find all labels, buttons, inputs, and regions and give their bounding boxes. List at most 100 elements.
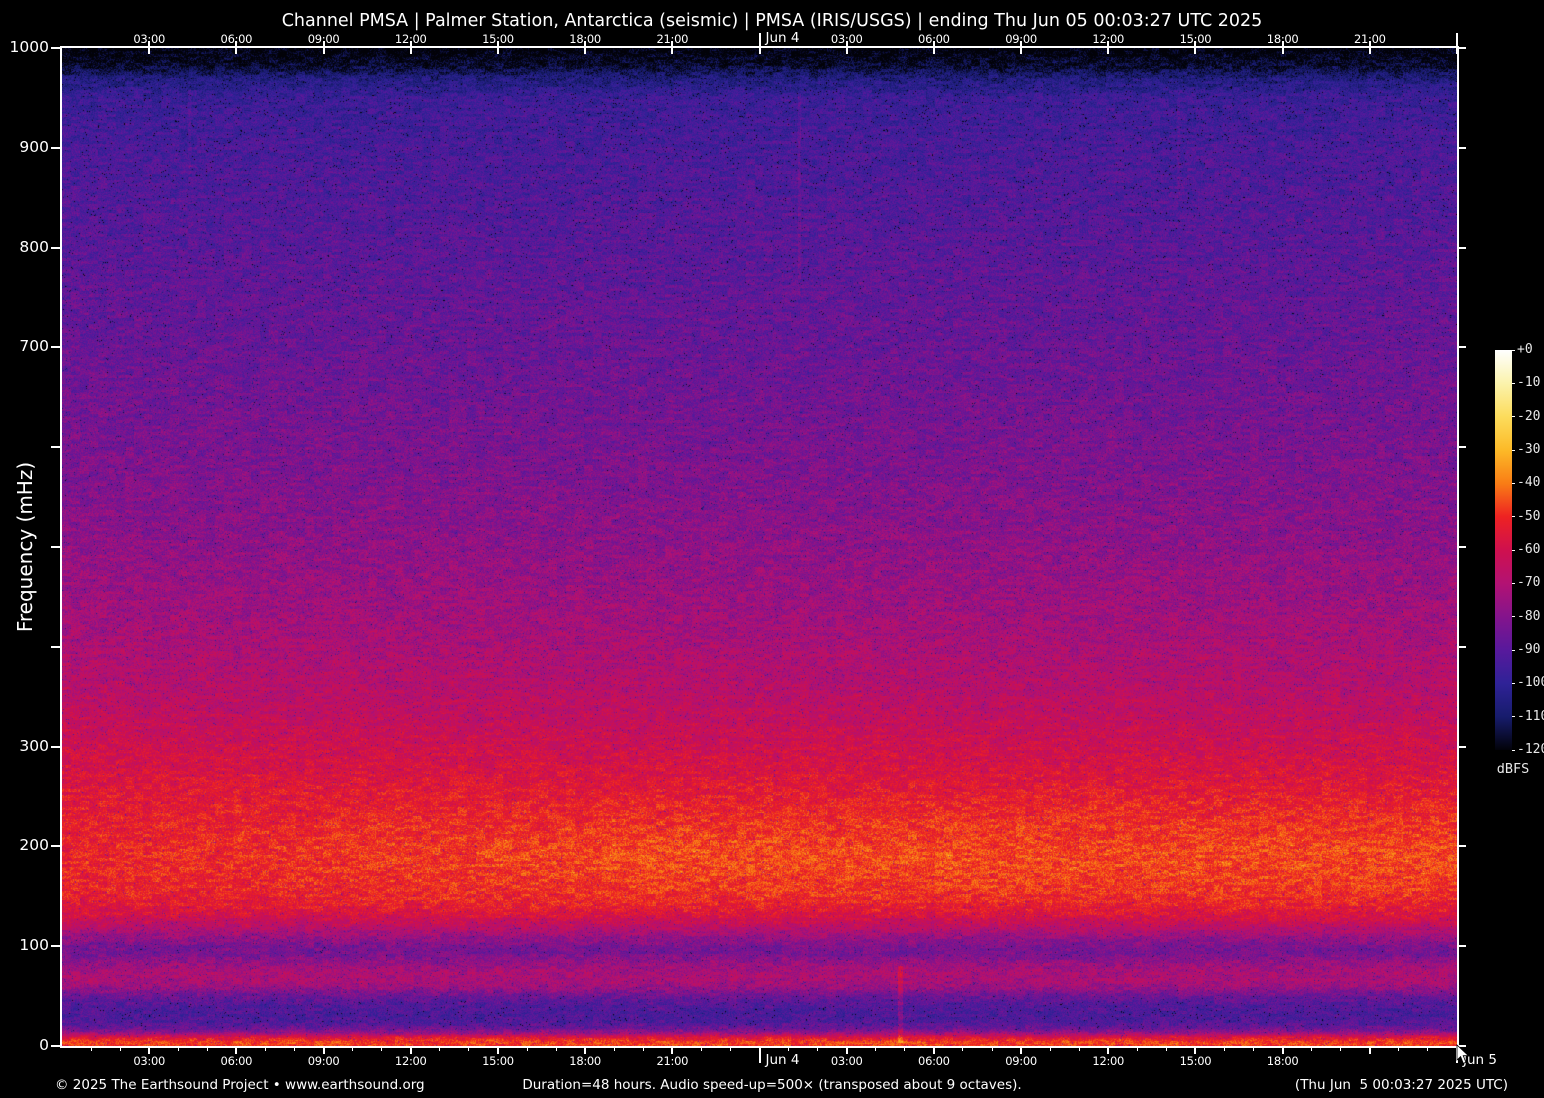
x-tick-top-inner [1368, 48, 1371, 54]
x-minor-tick-bottom [526, 1048, 528, 1051]
x-tick-label-top: 21:00 [656, 32, 689, 46]
x-minor-tick-bottom [468, 1048, 470, 1051]
colorbar-tick [1512, 682, 1515, 684]
x-tick-label-bottom: 18:00 [1266, 1054, 1299, 1068]
y-tick-right [1457, 945, 1466, 948]
x-minor-tick-bottom [817, 1048, 819, 1051]
y-tick-label: 700 [19, 337, 49, 356]
x-tick-bottom [758, 1048, 761, 1063]
y-tick-left [51, 645, 60, 648]
x-tick-label-bottom: 06:00 [918, 1054, 950, 1068]
colorbar-tick-label: -120 [1517, 742, 1544, 757]
x-tick-label-top: 03:00 [133, 32, 166, 46]
y-tick-left [51, 945, 60, 948]
x-minor-tick-bottom [206, 1048, 208, 1051]
x-minor-tick-bottom [613, 1048, 615, 1051]
x-minor-tick-bottom [555, 1048, 557, 1051]
x-minor-tick-bottom [1165, 1048, 1167, 1051]
x-minor-tick-bottom [177, 1048, 179, 1051]
colorbar-tick [1512, 649, 1515, 651]
x-tick-label-bottom: 09:00 [307, 1054, 340, 1068]
x-tick-label-top: 06:00 [918, 32, 950, 46]
x-tick-top-inner [235, 48, 238, 54]
y-tick-label: 300 [19, 736, 49, 755]
colorbar-tick [1512, 616, 1515, 618]
colorbar-tick-label: -100 [1517, 675, 1544, 691]
x-tick-top-inner [148, 48, 151, 54]
y-tick-label: 800 [19, 237, 49, 256]
x-minor-tick-bottom [264, 1048, 266, 1051]
x-minor-tick-bottom [1340, 1048, 1342, 1051]
y-tick-right [1457, 845, 1466, 848]
colorbar-tick-label: -80 [1517, 608, 1541, 624]
x-minor-tick-bottom [729, 1048, 731, 1051]
x-tick-label-top: 09:00 [1005, 32, 1037, 46]
plot-area [60, 46, 1459, 1048]
x-minor-tick-bottom [294, 1048, 295, 1051]
x-minor-tick-bottom [1136, 1048, 1138, 1051]
y-tick-label: 1000 [9, 38, 49, 56]
x-tick-top-inner [409, 48, 412, 54]
x-tick-label-top: 12:00 [1092, 32, 1125, 46]
x-tick-label-top: 06:00 [220, 32, 253, 46]
x-minor-tick-bottom [439, 1048, 441, 1051]
y-tick-left [51, 246, 60, 249]
colorbar-tick-label: -50 [1517, 508, 1541, 524]
colorbar-tick-label: +0 [1517, 342, 1533, 357]
x-minor-tick-bottom [700, 1048, 702, 1051]
colorbar-gradient [1495, 350, 1512, 750]
colorbar-tick [1512, 582, 1515, 584]
x-tick-label-bottom: Jun 4 [765, 1052, 800, 1068]
x-tick-label-top: 09:00 [307, 32, 340, 46]
x-tick-label-bottom: 12:00 [394, 1054, 427, 1068]
colorbar-tick-label: -110 [1517, 708, 1544, 724]
x-minor-tick-bottom [962, 1048, 964, 1051]
y-tick-right [1457, 146, 1466, 149]
x-tick-label-bottom: 03:00 [133, 1054, 166, 1068]
x-tick-top-inner [1194, 48, 1197, 54]
x-tick-top-inner [932, 48, 935, 54]
x-tick-top [758, 33, 761, 46]
colorbar-tick [1512, 349, 1515, 351]
x-minor-tick-bottom [352, 1048, 354, 1051]
x-tick-label-bottom: 06:00 [220, 1054, 253, 1068]
x-tick-top-inner [1107, 48, 1110, 54]
colorbar-tick-label: -40 [1517, 475, 1541, 491]
y-tick-right [1457, 745, 1466, 748]
colorbar-tick-label: -30 [1517, 442, 1541, 457]
colorbar-tick-label: -60 [1517, 542, 1541, 557]
x-tick-label-bottom: 03:00 [830, 1054, 863, 1068]
y-tick-right [1457, 546, 1466, 548]
x-tick-label-top: 18:00 [1266, 32, 1299, 46]
x-minor-tick-bottom [1427, 1048, 1429, 1051]
x-minor-tick-bottom [904, 1048, 906, 1051]
y-tick-left [51, 845, 60, 848]
y-tick-left [51, 146, 60, 149]
x-tick-bottom [1368, 1048, 1371, 1054]
mouse-cursor-icon [1456, 1044, 1470, 1064]
x-tick-label-bottom: 09:00 [1005, 1054, 1037, 1068]
x-minor-tick-bottom [1078, 1048, 1080, 1051]
spectrogram-page: Channel PMSA | Palmer Station, Antarctic… [0, 0, 1544, 1098]
colorbar-tick [1512, 749, 1515, 751]
x-tick-top-inner [322, 48, 325, 54]
x-tick-top-inner [758, 48, 761, 54]
colorbar-unit-label: dBFS [1496, 761, 1530, 777]
x-tick-top-inner [496, 48, 499, 54]
colorbar-tick-label: -10 [1517, 375, 1541, 391]
y-tick-right [1457, 346, 1466, 349]
x-minor-tick-bottom [875, 1048, 877, 1051]
x-tick-top-inner [1020, 48, 1023, 54]
x-minor-tick-bottom [381, 1048, 383, 1051]
x-tick-label-top: Jun 4 [765, 30, 800, 46]
y-axis-title: Frequency (mHz) [13, 461, 37, 633]
y-tick-label: 100 [19, 936, 49, 955]
y-tick-left [51, 47, 60, 49]
colorbar-tick-label: -70 [1517, 575, 1541, 591]
x-tick-label-top: 15:00 [482, 32, 514, 46]
chart-title: Channel PMSA | Palmer Station, Antarctic… [281, 11, 1263, 31]
x-tick-label-bottom: 15:00 [482, 1054, 514, 1068]
x-minor-tick-bottom [119, 1048, 121, 1051]
x-minor-tick-bottom [1049, 1048, 1051, 1051]
x-minor-tick-bottom [1311, 1048, 1313, 1051]
